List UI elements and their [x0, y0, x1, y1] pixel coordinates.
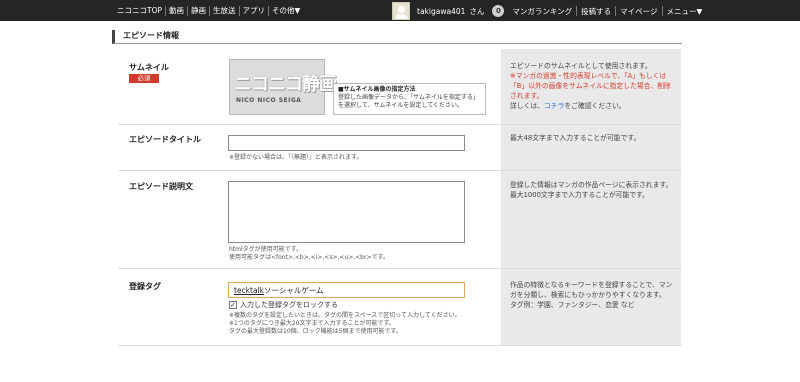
- tag-lock-checkbox[interactable]: ✓: [229, 301, 237, 309]
- row-divider: [118, 124, 681, 125]
- thumbnail-instructions-body: 登録した画像データから、「サムネイルを指定する」を選択して、サムネイルを設定して…: [338, 94, 479, 109]
- thumbnail-warning: ※マンガの過激・性的表現レベルで、「A」もしくは「B」以外の画像をサムネイルに指…: [510, 72, 671, 100]
- nav-post-link[interactable]: 投稿する: [577, 6, 615, 17]
- nav-nicotop-link[interactable]: ニコニコTOP: [114, 5, 165, 16]
- thumbnail-instructions: ■サムネイル画像の指定方法 登録した画像データから、「サムネイルを指定する」を選…: [333, 83, 486, 115]
- user-name: takigawa401: [417, 6, 466, 16]
- thumbnail-detail-suffix: をご確認ください。: [564, 102, 626, 110]
- thumbnail-placeholder-sub: NICO NICO SEIGA: [236, 97, 302, 104]
- top-nav-bar: ニコニコTOP 動画 静画 生放送 アプリ その他▼ takigawa401 さん…: [0, 0, 800, 21]
- description-html-hint: htmlタグが使用可能です。: [229, 246, 303, 253]
- thumbnail-preview[interactable]: ニコニコ静画 NICO NICO SEIGA: [229, 59, 337, 115]
- user-avatar[interactable]: [392, 2, 410, 20]
- nav-seiga-link[interactable]: 静画: [188, 5, 209, 16]
- row-divider: [118, 345, 681, 346]
- tags-desc-text: 作品の特徴となるキーワードを登録することで、マンガを分類し、検索にもひっかかりや…: [510, 281, 673, 299]
- thumbnail-instructions-title: ■サムネイル画像の指定方法: [338, 86, 416, 93]
- episode-title-description: 最大48文字まで入力することが可能です。: [510, 134, 641, 142]
- episode-title-input[interactable]: [228, 135, 465, 151]
- row-divider: [118, 170, 681, 171]
- tag-lock-label[interactable]: 入力した登録タグをロックする: [240, 300, 338, 310]
- required-badge: 必須: [129, 74, 159, 83]
- thumbnail-placeholder-logo: ニコニコ静画: [234, 74, 337, 95]
- nav-video-link[interactable]: 動画: [166, 5, 187, 16]
- nav-menu-dropdown[interactable]: メニュー▼: [663, 6, 707, 17]
- thumbnail-detail-prefix: 詳しくは、: [510, 102, 544, 110]
- thumbnail-desc-text: エピソードのサムネイルとして使用されます。: [510, 62, 652, 70]
- tags-desc-example: タグ例：学園、ファンタジー、恋愛 など: [510, 301, 635, 309]
- thumbnail-detail-line: 詳しくは、コチラをご確認ください。: [510, 101, 675, 111]
- user-suffix: さん: [469, 6, 485, 16]
- tags-input-text: ソーシャルゲーム: [264, 286, 324, 295]
- episode-title-label: エピソードタイトル: [129, 135, 201, 144]
- row-divider: [118, 268, 681, 269]
- thumbnail-description: エピソードのサムネイルとして使用されます。 ※マンガの過激・性的表現レベルで、「…: [510, 61, 675, 111]
- notification-badge[interactable]: 0: [492, 5, 505, 17]
- user-name-link[interactable]: takigawa401 さん: [417, 6, 484, 17]
- tags-description: 作品の特徴となるキーワードを登録することで、マンガを分類し、検索にもひっかかりや…: [510, 280, 675, 310]
- section-title: エピソード情報: [112, 30, 682, 44]
- nav-left: ニコニコTOP 動画 静画 生放送 アプリ その他▼: [114, 0, 303, 21]
- nav-live-link[interactable]: 生放送: [210, 5, 239, 16]
- details-link[interactable]: コチラ: [544, 102, 564, 110]
- nav-apps-link[interactable]: アプリ: [240, 5, 269, 16]
- episode-title-hint: ※登録がない場合は、「（無題）」と表示されます。: [229, 154, 363, 161]
- nav-more-dropdown[interactable]: その他▼: [269, 5, 303, 16]
- description-tags-hint: 使用可能タグは<font>,<b>,<i>,<s>,<u>,<br>です。: [229, 254, 389, 261]
- tag-lock-row: ✓ 入力した登録タグをロックする: [229, 300, 338, 310]
- nav-mypage-link[interactable]: マイページ: [616, 6, 661, 17]
- episode-description-textarea[interactable]: [228, 181, 465, 243]
- tags-hint-length: ※1つのタグにつき最大20文字まで入力することが可能です。: [229, 320, 395, 327]
- episode-description-help: 登録した情報はマンガの作品ページに表示されます。最大1000文字まで入力すること…: [510, 181, 673, 199]
- tags-label: 登録タグ: [129, 282, 161, 291]
- episode-description-label: エピソード説明文: [129, 182, 193, 191]
- tag-token: tecktalk: [234, 286, 264, 295]
- tags-hint-separator: ※複数のタグを設定したいときは、タグの間をスペースで区切って入力してください。: [229, 312, 461, 319]
- tags-input[interactable]: tecktalkソーシャルゲーム: [228, 282, 465, 298]
- tags-hint-max: タグの最大登録数は10個、ロック機能は5個まで使用可能です。: [229, 328, 402, 335]
- thumbnail-label: サムネイル: [129, 63, 169, 72]
- nav-manga-ranking-link[interactable]: マンガランキング: [508, 6, 576, 17]
- nav-right: takigawa401 さん 0 マンガランキング 投稿する マイページ メニュー…: [392, 1, 706, 21]
